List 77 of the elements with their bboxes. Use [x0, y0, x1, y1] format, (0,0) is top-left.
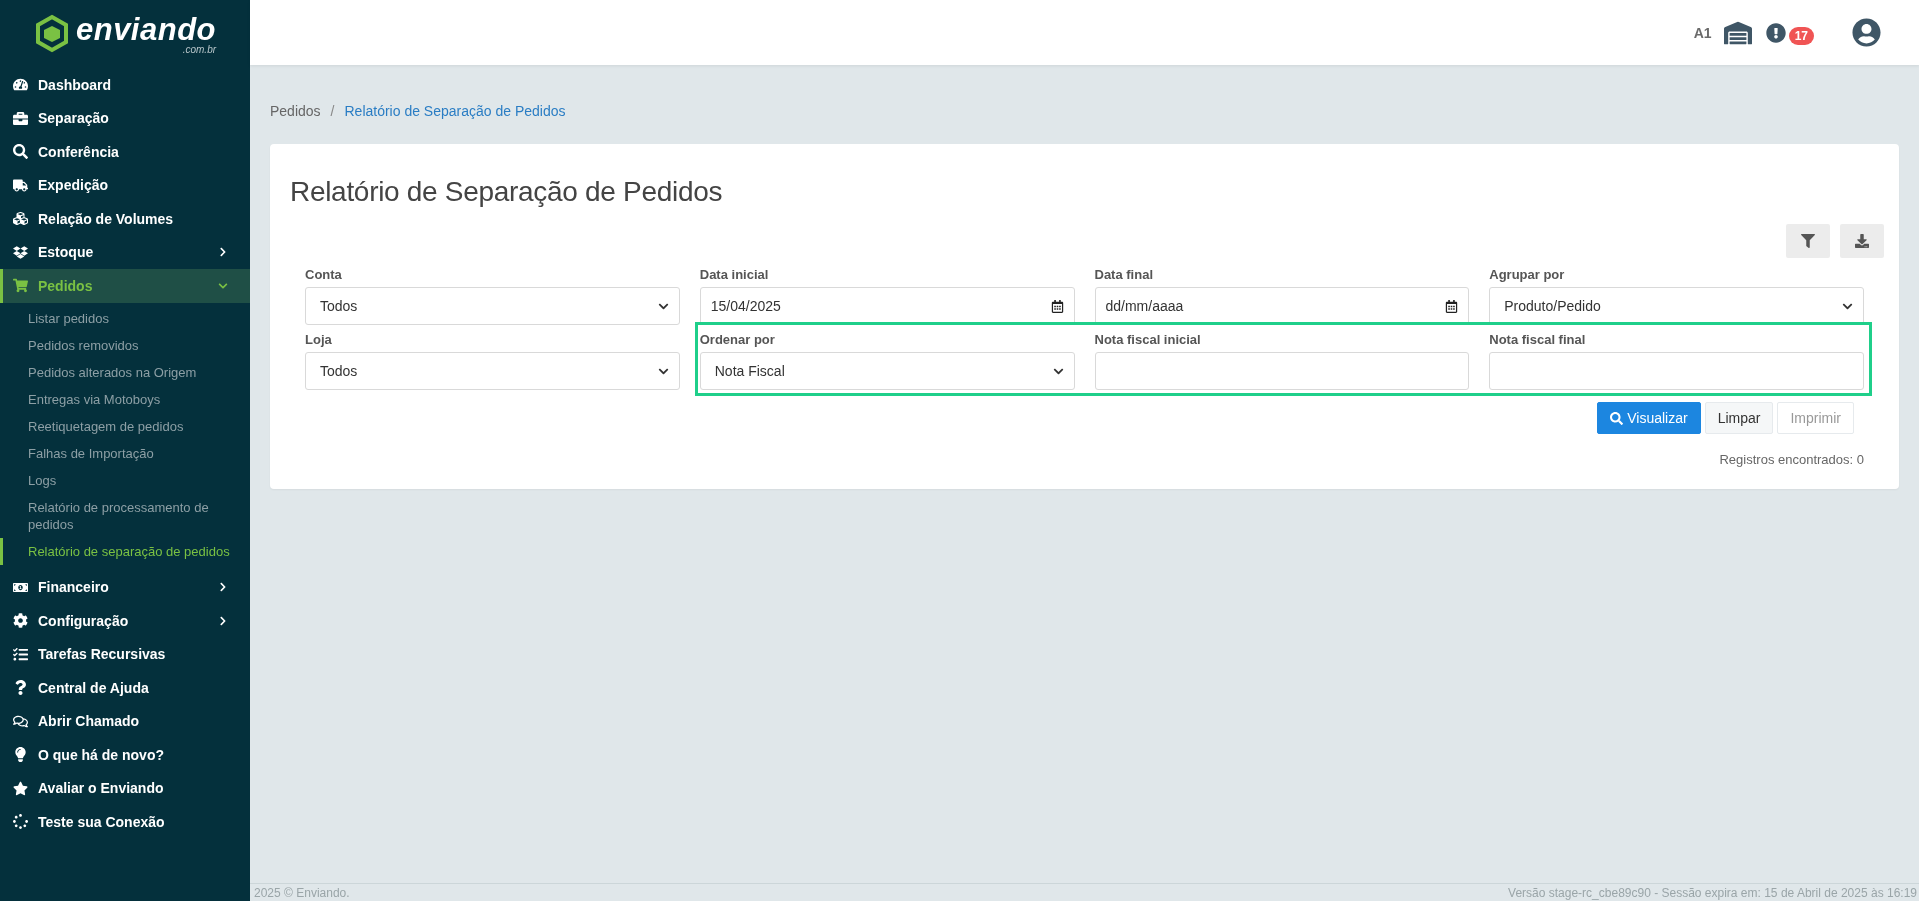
sidebar-subitem[interactable]: Reetiquetagem de pedidos	[0, 412, 250, 440]
sidebar-item[interactable]: Pedidos	[0, 269, 250, 303]
select-field[interactable]: Nota Fiscal	[699, 352, 1075, 390]
lightbulb-icon	[13, 747, 28, 763]
records-count: Registros encontrados: 0	[1718, 452, 1864, 467]
date-field[interactable]: 15/04/2025	[699, 287, 1075, 325]
copyright-text: 2025 © Enviando.	[254, 885, 350, 900]
field-label: Conta	[305, 266, 343, 284]
search-icon	[1610, 411, 1624, 425]
sidebar-item[interactable]: Configuração	[0, 604, 250, 638]
gauge-icon	[13, 77, 28, 93]
field-label: Loja	[305, 331, 333, 349]
sidebar-item[interactable]: Dashboard	[0, 68, 250, 102]
select-field[interactable]: Produto/Pedido	[1489, 287, 1864, 325]
cubes-icon	[13, 211, 28, 227]
sidebar-item[interactable]: Expedição	[0, 168, 250, 202]
input-field[interactable]	[1094, 352, 1470, 390]
notification-badge: 17	[1788, 26, 1814, 45]
download-icon	[1855, 234, 1869, 248]
logo-suffix: .com.br	[182, 44, 217, 55]
filter-icon	[1801, 234, 1815, 248]
question-icon	[13, 680, 28, 696]
sidebar-subitem[interactable]: Pedidos alterados na Origem	[0, 358, 250, 386]
select-field[interactable]: Todos	[305, 352, 680, 390]
filter-button[interactable]	[1786, 224, 1830, 258]
version-text: Versão stage-rc_cbe89c90 - Sessão expira em: 15 de Abril de 2025 às 16:19	[1508, 885, 1917, 900]
sidebar-subitem[interactable]: Logs	[0, 466, 250, 494]
alert-icon[interactable]	[1765, 22, 1786, 43]
sidebar-item[interactable]: Financeiro	[0, 570, 250, 604]
sidebar-item[interactable]: Teste sua Conexão	[0, 805, 250, 839]
boxes-icon	[13, 244, 28, 260]
field-label: Nota fiscal final	[1489, 331, 1587, 349]
truck-icon	[13, 177, 28, 193]
sidebar-subitem[interactable]: Pedidos removidos	[0, 331, 250, 359]
calendar-icon	[1445, 299, 1459, 313]
sidebar-subitem[interactable]: Relatório de separação de pedidos	[0, 537, 250, 565]
sidebar-item[interactable]: Relação de Volumes	[0, 202, 250, 236]
sidebar-item[interactable]: Avaliar o Enviando	[0, 771, 250, 805]
sidebar-subitem[interactable]: Relatório de processamento de pedidos	[0, 493, 250, 538]
star-icon	[13, 780, 28, 796]
action-button[interactable]: Limpar	[1704, 402, 1774, 434]
logo-icon	[33, 14, 70, 54]
search-icon	[13, 144, 28, 160]
user-icon[interactable]	[1852, 18, 1881, 47]
logo-text: enviando	[75, 13, 217, 45]
sidebar-item[interactable]: Tarefas Recursivas	[0, 637, 250, 671]
field-label: Ordenar por	[699, 331, 776, 349]
cart-icon	[13, 278, 28, 294]
sidebar-item[interactable]: Separação	[0, 101, 250, 135]
input-field[interactable]	[1489, 352, 1864, 390]
gear-icon	[13, 613, 28, 629]
breadcrumb-separator: /	[330, 103, 335, 119]
sidebar-subitem[interactable]: Listar pedidos	[0, 304, 250, 332]
chat-icon	[13, 713, 28, 729]
field-label: Data final	[1094, 266, 1154, 284]
breadcrumb-link[interactable]: Relatório de Separação de Pedidos	[344, 103, 566, 119]
page-title: Relatório de Separação de Pedidos	[290, 176, 724, 208]
field-label: Data inicial	[699, 266, 770, 284]
calendar-icon	[1050, 299, 1064, 313]
sidebar-item[interactable]: Abrir Chamado	[0, 704, 250, 738]
sidebar-subitem[interactable]: Entregas via Motoboys	[0, 385, 250, 413]
sidebar-item[interactable]: Conferência	[0, 135, 250, 169]
action-button[interactable]: Visualizar	[1597, 402, 1701, 434]
spinner-icon	[13, 814, 28, 830]
select-field[interactable]: Todos	[305, 287, 680, 325]
field-label: Agrupar por	[1489, 266, 1566, 284]
sidebar-item[interactable]: O que há de novo?	[0, 738, 250, 772]
briefcase-icon	[13, 110, 28, 126]
checklist-icon	[13, 646, 28, 662]
download-button[interactable]	[1840, 224, 1884, 258]
date-field[interactable]: dd/mm/aaaa	[1094, 287, 1470, 325]
account-label: A1	[1693, 24, 1712, 41]
breadcrumb-link[interactable]: Pedidos	[270, 103, 321, 119]
sidebar-subitem[interactable]: Falhas de Importação	[0, 439, 250, 467]
sidebar-item[interactable]: Estoque	[0, 235, 250, 269]
field-label: Nota fiscal inicial	[1094, 331, 1202, 349]
sidebar-item[interactable]: Central de Ajuda	[0, 671, 250, 705]
